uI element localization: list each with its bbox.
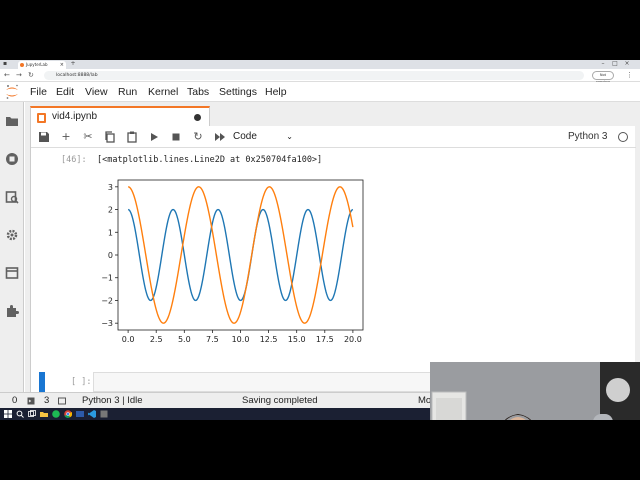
- browser-tab[interactable]: JupyterLab ×: [18, 61, 66, 69]
- powershell-icon[interactable]: [76, 410, 84, 418]
- spotify-icon[interactable]: [52, 410, 60, 418]
- minimize-icon[interactable]: –: [600, 61, 606, 67]
- save-status: Saving completed: [242, 395, 318, 406]
- kernel-status[interactable]: Python 3 | Idle: [82, 393, 143, 409]
- close-tab-icon[interactable]: ×: [60, 61, 64, 69]
- active-cell-indicator: [39, 372, 45, 392]
- restart-run-all-icon[interactable]: [213, 130, 227, 144]
- x-tick-label: 0.0: [122, 335, 135, 344]
- interrupt-kernel-icon[interactable]: [169, 130, 183, 144]
- vscode-icon[interactable]: [88, 410, 96, 418]
- output-prompt: [46]:: [61, 155, 87, 165]
- browser-tab-strip: ▪ JupyterLab × + – □ ×: [0, 60, 640, 69]
- terminal-count: 3: [44, 395, 50, 406]
- line-plot: −3 −2 −1 0 1 2 3 0.0 2.5 5.0 7.5 10.0 12.5 15.0 17.5 2…: [101, 179, 364, 344]
- running-kernels-icon[interactable]: [5, 152, 19, 166]
- unsaved-indicator-icon[interactable]: [194, 114, 201, 121]
- left-sidebar: [0, 102, 24, 392]
- x-tick-label: 17.5: [316, 335, 334, 344]
- kernel-status-icon: [618, 132, 628, 142]
- menu-run[interactable]: Run: [118, 85, 137, 99]
- run-cell-icon[interactable]: [147, 130, 161, 144]
- address-bar: ← → ↻ localhost:8888/lab Not syncing ⋮: [0, 69, 640, 84]
- notebook-tab-title: vid4.ipynb: [52, 111, 98, 122]
- search-icon[interactable]: [16, 410, 24, 418]
- paste-icon[interactable]: [125, 130, 139, 144]
- notebook-icon: [37, 113, 46, 123]
- menu-view[interactable]: View: [85, 85, 108, 99]
- windows-start-icon[interactable]: [4, 410, 12, 418]
- main-area: vid4.ipynb + ✂ ↻ Code ⌄ Python 3 [46]: […: [25, 102, 640, 392]
- browser-window: ▪ JupyterLab × + – □ × ← → ↻ localhost:8…: [0, 60, 640, 420]
- task-view-icon[interactable]: [28, 410, 36, 418]
- menu-bar: File Edit View Run Kernel Tabs Settings …: [0, 82, 640, 102]
- back-icon[interactable]: ←: [4, 71, 10, 80]
- url-field[interactable]: localhost:8888/lab: [44, 71, 584, 80]
- copy-icon[interactable]: [103, 130, 117, 144]
- y-tick-label: 3: [108, 183, 113, 192]
- y-tick-label: −3: [101, 319, 113, 328]
- x-tick-label: 2.5: [150, 335, 163, 344]
- property-inspector-icon[interactable]: [5, 228, 19, 242]
- cut-icon[interactable]: ✂: [81, 130, 95, 144]
- window-menu-icon[interactable]: ▪: [2, 61, 8, 67]
- menu-file[interactable]: File: [30, 85, 47, 99]
- kernel-activity-icon[interactable]: [58, 397, 66, 405]
- taskbar-app-icon[interactable]: [100, 410, 108, 418]
- y-tick-label: −2: [101, 296, 113, 305]
- open-tabs-icon[interactable]: [5, 266, 19, 280]
- chevron-down-icon: ⌄: [286, 132, 293, 141]
- jupyter-favicon-icon: [20, 63, 24, 67]
- output-text: [<matplotlib.lines.Line2D at 0x250704fa1…: [97, 155, 323, 165]
- new-tab-icon[interactable]: +: [70, 61, 76, 67]
- terminal-icon[interactable]: [27, 397, 35, 405]
- forward-icon[interactable]: →: [16, 71, 22, 80]
- x-axis: 0.0 2.5 5.0 7.5 10.0 12.5 15.0 17.5 20.0: [122, 330, 362, 344]
- input-prompt: [ ]:: [71, 377, 92, 387]
- file-browser-icon[interactable]: [5, 114, 19, 128]
- extension-manager-icon[interactable]: [5, 304, 19, 318]
- kernel-name[interactable]: Python 3: [568, 130, 607, 144]
- y-axis: −3 −2 −1 0 1 2 3: [101, 183, 118, 328]
- menu-kernel[interactable]: Kernel: [148, 85, 178, 99]
- cell-type-value: Code: [233, 131, 257, 142]
- command-palette-icon[interactable]: [5, 190, 19, 204]
- menu-edit[interactable]: Edit: [56, 85, 74, 99]
- x-tick-label: 5.0: [178, 335, 191, 344]
- file-explorer-icon[interactable]: [40, 410, 48, 418]
- jupyter-logo-icon: [6, 84, 18, 99]
- browser-tab-title: JupyterLab: [26, 62, 48, 67]
- y-tick-label: −1: [101, 274, 113, 283]
- mode-count: 0: [12, 395, 18, 406]
- x-tick-label: 20.0: [344, 335, 362, 344]
- x-tick-label: 12.5: [260, 335, 278, 344]
- reload-icon[interactable]: ↻: [28, 71, 34, 80]
- plot-area: [117, 179, 364, 331]
- notebook-tab[interactable]: vid4.ipynb: [30, 106, 210, 126]
- save-icon[interactable]: [37, 130, 51, 144]
- browser-menu-icon[interactable]: ⋮: [626, 71, 633, 80]
- profile-button[interactable]: Not syncing: [592, 71, 614, 84]
- x-tick-label: 15.0: [288, 335, 306, 344]
- cell-type-dropdown[interactable]: Code ⌄: [233, 129, 295, 144]
- x-tick-label: 10.0: [232, 335, 250, 344]
- notebook-panel: + ✂ ↻ Code ⌄ Python 3 [46]: [<matplotlib…: [30, 126, 638, 392]
- chrome-icon[interactable]: [64, 410, 72, 418]
- menu-help[interactable]: Help: [265, 85, 287, 99]
- restart-kernel-icon[interactable]: ↻: [191, 130, 205, 144]
- close-window-icon[interactable]: ×: [624, 61, 630, 67]
- menu-settings[interactable]: Settings: [219, 85, 257, 99]
- webcam-overlay: [430, 362, 640, 420]
- add-cell-icon[interactable]: +: [59, 130, 73, 144]
- notebook-toolbar: + ✂ ↻ Code ⌄ Python 3: [31, 126, 636, 148]
- y-tick-label: 2: [108, 206, 113, 215]
- x-tick-label: 7.5: [206, 335, 219, 344]
- menu-tabs[interactable]: Tabs: [187, 85, 209, 99]
- y-tick-label: 0: [108, 251, 113, 260]
- maximize-icon[interactable]: □: [612, 61, 618, 67]
- y-tick-label: 1: [108, 228, 113, 237]
